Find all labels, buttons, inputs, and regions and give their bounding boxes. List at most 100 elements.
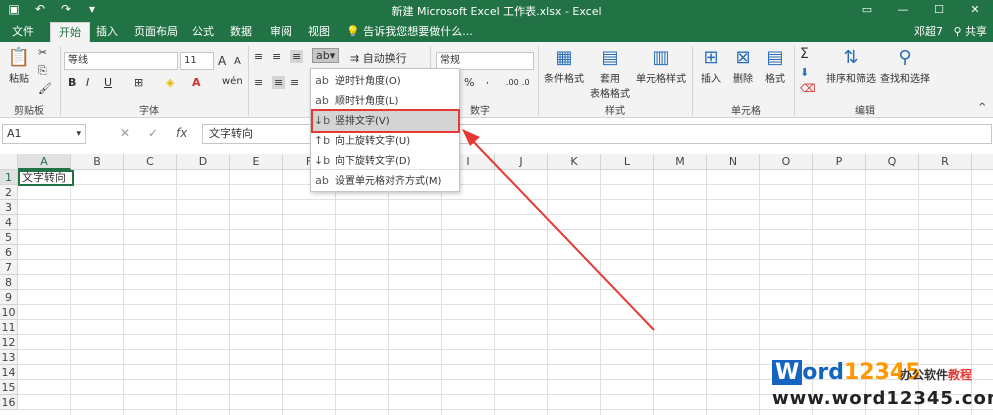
row-header-15[interactable]: 15 [0,380,18,395]
row-header-10[interactable]: 10 [0,305,18,320]
column-header-l[interactable]: L [601,154,654,170]
enter-icon[interactable]: ✓ [148,126,158,140]
align-top-icon[interactable]: ≡ [254,50,263,63]
column-header-p[interactable]: P [813,154,866,170]
tab-formulas[interactable]: 公式 [184,22,222,42]
collapse-ribbon-icon[interactable]: ^ [978,102,986,113]
row-header-3[interactable]: 3 [0,200,18,215]
menu-item-rotate-up[interactable]: ↑b 向上旋转文字(U) [313,131,458,151]
paste-button[interactable]: 📋 粘贴 [4,46,34,85]
menu-item-vertical-text[interactable]: ↓b 竖排文字(V) [311,109,460,133]
fill-icon[interactable]: ⬇ [800,66,809,79]
minimize-icon[interactable]: — [885,0,921,20]
tab-view[interactable]: 视图 [300,22,338,42]
tell-me-search[interactable]: 💡 告诉我您想要做什么... [346,22,473,42]
column-header-m[interactable]: M [654,154,707,170]
font-color-icon[interactable]: A [192,76,201,89]
tab-home[interactable]: 开始 [50,22,90,42]
row-header-7[interactable]: 7 [0,260,18,275]
insert-function-icon[interactable]: fx [176,126,187,140]
italic-button[interactable]: I [86,76,89,89]
row-header-8[interactable]: 8 [0,275,18,290]
column-header-j[interactable]: J [495,154,548,170]
chevron-down-icon: ▾ [76,129,81,139]
align-middle-icon[interactable]: ≡ [272,50,281,63]
select-all-corner[interactable] [0,154,18,170]
shrink-font-icon[interactable]: A [234,56,241,67]
grow-font-icon[interactable]: A [218,54,226,68]
format-painter-icon[interactable]: 🖌 [38,82,52,95]
menu-item-rotate-down[interactable]: ↓b 向下旋转文字(D) [313,151,458,171]
align-left-icon[interactable]: ≡ [254,76,263,89]
column-header-k[interactable]: K [548,154,601,170]
find-select-button[interactable]: ⚲ 查找和选择 [878,46,932,85]
column-header-e[interactable]: E [230,154,283,170]
fill-color-icon[interactable]: ◈ [166,76,174,89]
percent-button[interactable]: % [464,76,474,89]
autosum-icon[interactable]: Σ [800,46,809,62]
row-header-5[interactable]: 5 [0,230,18,245]
tab-data[interactable]: 数据 [222,22,260,42]
ribbon-display-icon[interactable]: ▭ [849,0,885,20]
row-header-11[interactable]: 11 [0,320,18,335]
row-header-12[interactable]: 12 [0,335,18,350]
wrap-text-button[interactable]: ⇉ 自动换行 [350,50,407,66]
row-header-14[interactable]: 14 [0,365,18,380]
bold-button[interactable]: B [68,76,76,89]
cell-a1[interactable]: 文字转向 [18,170,74,186]
column-header-c[interactable]: C [124,154,177,170]
share-button[interactable]: ⚲ 共享 [953,22,987,42]
sort-filter-button[interactable]: ⇅ 排序和筛选 [826,46,876,85]
row-header-6[interactable]: 6 [0,245,18,260]
row-header-4[interactable]: 4 [0,215,18,230]
cancel-icon[interactable]: ✕ [120,126,130,140]
tab-page-layout[interactable]: 页面布局 [126,22,186,42]
comma-style-icon[interactable]: , [486,76,489,86]
column-header-o[interactable]: O [760,154,813,170]
column-header-r[interactable]: R [919,154,972,170]
clear-icon[interactable]: ⌫ [800,82,816,95]
column-header-a[interactable]: A [18,154,71,170]
borders-icon[interactable]: ⊞ [134,76,143,89]
align-center-icon[interactable]: ≡ [272,76,286,89]
column-header-q[interactable]: Q [866,154,919,170]
row-header-1[interactable]: 1 [0,170,18,185]
close-icon[interactable]: ✕ [957,0,993,20]
cell-styles-button[interactable]: ▥ 单元格样式 [634,46,688,85]
insert-cells-button[interactable]: ⊞ 插入 [696,46,726,85]
delete-cells-button[interactable]: ⊠ 删除 [728,46,758,85]
copy-icon[interactable]: ⎘ [38,64,47,78]
conditional-format-button[interactable]: ▦ 条件格式 [542,46,586,85]
column-header-n[interactable]: N [707,154,760,170]
format-as-table-button[interactable]: ▤ 套用 表格格式 [588,46,632,100]
cut-icon[interactable]: ✂ [38,46,47,59]
menu-item-format-alignment[interactable]: ab 设置单元格对齐方式(M) [313,171,458,191]
column-header-d[interactable]: D [177,154,230,170]
tab-file[interactable]: 文件 [4,22,42,42]
format-cells-button[interactable]: ▤ 格式 [760,46,790,85]
column-header-b[interactable]: B [71,154,124,170]
name-box[interactable]: A1 ▾ [2,124,86,144]
row-header-9[interactable]: 9 [0,290,18,305]
align-right-icon[interactable]: ≡ [290,76,299,89]
orientation-button[interactable]: ab▾ [312,48,340,63]
font-size-select[interactable]: 11 [180,52,214,70]
rotate-down-icon: ↓b [313,154,331,167]
phonetic-icon[interactable]: wén [222,76,243,87]
column-header-s[interactable]: S [972,154,993,170]
font-name-select[interactable]: 等线 [64,52,178,70]
menu-item-rotate-cw[interactable]: ab 顺时针角度(L) [313,91,458,111]
tab-review[interactable]: 审阅 [262,22,300,42]
increase-decimal-icon[interactable]: .00 [506,78,519,87]
gridline [18,349,993,350]
align-bottom-icon[interactable]: ≡ [290,50,304,63]
maximize-icon[interactable]: ☐ [921,0,957,20]
row-header-13[interactable]: 13 [0,350,18,365]
underline-button[interactable]: U [104,76,112,89]
menu-item-rotate-ccw[interactable]: ab 逆时针角度(O) [313,71,458,91]
user-name[interactable]: 邓超7 [914,22,943,42]
row-header-16[interactable]: 16 [0,395,18,410]
decrease-decimal-icon[interactable]: .0 [522,78,530,87]
row-header-2[interactable]: 2 [0,185,18,200]
tab-insert[interactable]: 插入 [88,22,126,42]
